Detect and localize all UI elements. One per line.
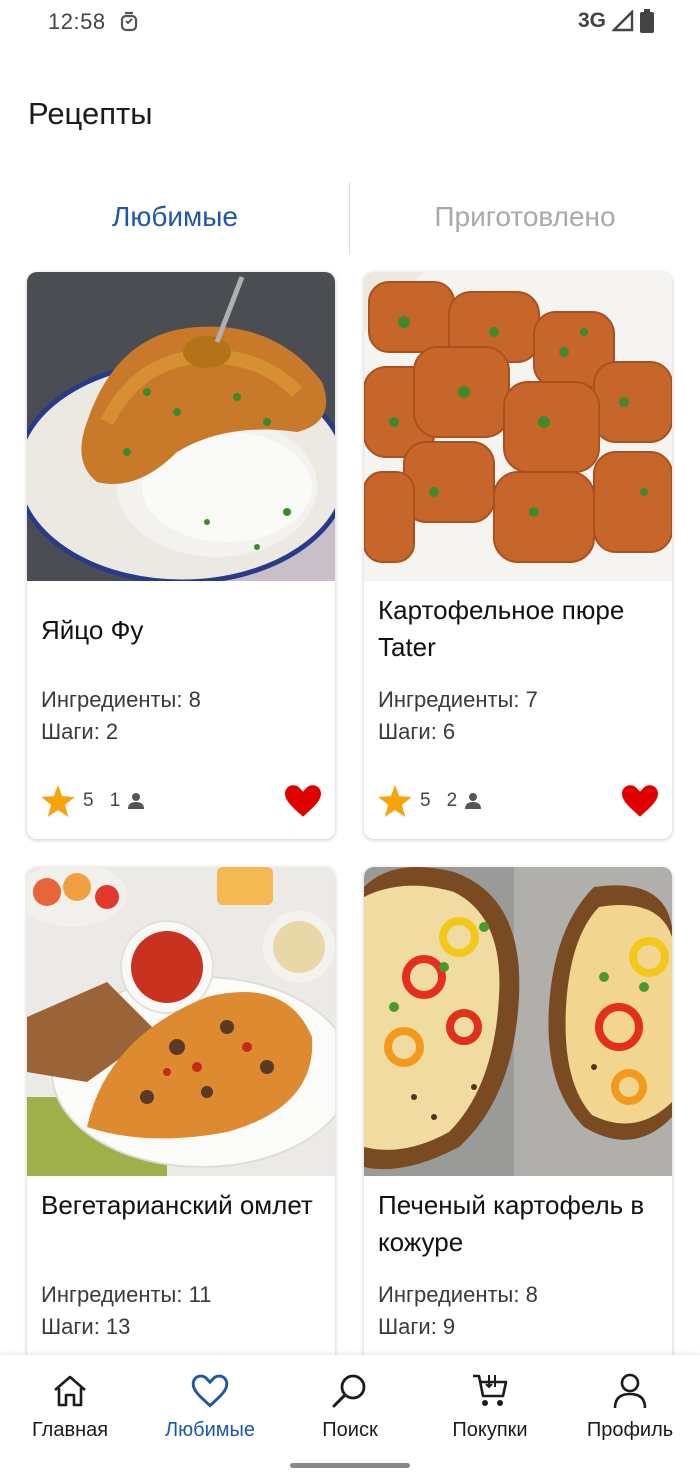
rating-value: 5: [420, 790, 431, 811]
search-icon: [330, 1371, 370, 1411]
recipe-steps: Шаги: 9: [378, 1314, 456, 1339]
recipe-ingredients: Ингредиенты: 11: [41, 1282, 212, 1307]
recipe-footer: 5 1: [41, 781, 321, 821]
status-time: 12:58: [48, 9, 106, 34]
recipe-photo: [364, 272, 672, 581]
users-count: 2: [446, 790, 458, 811]
recipe-photo: [27, 867, 335, 1176]
heart-filled-icon: [285, 785, 321, 817]
favorite-button[interactable]: [622, 785, 658, 817]
network-type: 3G: [577, 9, 606, 32]
battery-icon: [640, 9, 654, 33]
nav-shopping-label: Покупки: [452, 1419, 528, 1441]
cart-icon: [470, 1371, 510, 1411]
recipe-card[interactable]: Вегетарианский омлет Ингредиенты: 11 Шаг…: [27, 867, 335, 1407]
star-icon: [41, 785, 75, 817]
recipe-name: Яйцо Фу: [41, 615, 144, 645]
recipe-card[interactable]: Картофельное пюре Tater Ингредиенты: 7 Ш…: [364, 272, 672, 839]
notification-icon: [120, 11, 138, 32]
recipe-card[interactable]: Яйцо Фу Ингредиенты: 8 Шаги: 2 5 1: [27, 272, 335, 839]
recipe-photo: [364, 867, 672, 1176]
recipe-ingredients: Ингредиенты: 8: [378, 1282, 538, 1307]
nav-profile[interactable]: Профиль: [560, 1355, 700, 1455]
tab-favorites[interactable]: Любимые: [0, 180, 350, 254]
person-icon: [610, 1371, 650, 1411]
star-icon: [378, 785, 412, 817]
status-icons: 3G: [578, 9, 654, 33]
recipe-name: Вегетарианский омлет: [41, 1190, 313, 1220]
tab-cooked[interactable]: Приготовлено: [350, 180, 700, 254]
recipe-steps: Шаги: 6: [378, 719, 456, 744]
bottom-navigation: Главная Любимые Поиск Покупки Профиль: [0, 1355, 700, 1478]
tab-divider: [349, 182, 350, 254]
heart-filled-icon: [622, 785, 658, 817]
nav-favorites[interactable]: Любимые: [140, 1355, 280, 1455]
users-count: 1: [109, 790, 121, 811]
recipe-name: Картофельное пюре Tater: [378, 595, 625, 662]
nav-favorites-label: Любимые: [165, 1419, 255, 1441]
favorite-button[interactable]: [285, 785, 321, 817]
recipe-card[interactable]: Печеный картофель в кожуре Ингредиенты: …: [364, 867, 672, 1407]
nav-search-label: Поиск: [322, 1419, 378, 1441]
recipe-photo: [27, 272, 335, 581]
recipe-footer: 5 2: [378, 781, 658, 821]
recipe-steps: Шаги: 2: [41, 719, 119, 744]
recipe-ingredients: Ингредиенты: 7: [378, 687, 538, 712]
page-title: Рецепты: [28, 96, 153, 131]
person-icon: [465, 793, 482, 809]
signal-icon: [612, 10, 634, 32]
nav-home-label: Главная: [31, 1419, 109, 1441]
recipe-ingredients: Ингредиенты: 8: [41, 687, 201, 712]
nav-shopping[interactable]: Покупки: [420, 1355, 560, 1455]
recipe-steps: Шаги: 13: [41, 1314, 131, 1339]
nav-search[interactable]: Поиск: [280, 1355, 420, 1455]
recipe-name: Печеный картофель в кожуре: [378, 1190, 645, 1257]
person-icon: [128, 793, 145, 809]
recipes-screen: 12:58 3G Рецепты Любимые Приготовлено Яй…: [0, 0, 700, 1478]
home-icon: [50, 1371, 90, 1411]
status-bar: 12:58 3G: [0, 0, 700, 48]
heart-outline-icon: [190, 1371, 230, 1411]
rating-value: 5: [83, 790, 94, 811]
home-indicator[interactable]: [290, 1463, 410, 1468]
nav-profile-label: Профиль: [586, 1419, 674, 1441]
nav-home[interactable]: Главная: [0, 1355, 140, 1455]
tab-bar: Любимые Приготовлено: [0, 180, 700, 254]
